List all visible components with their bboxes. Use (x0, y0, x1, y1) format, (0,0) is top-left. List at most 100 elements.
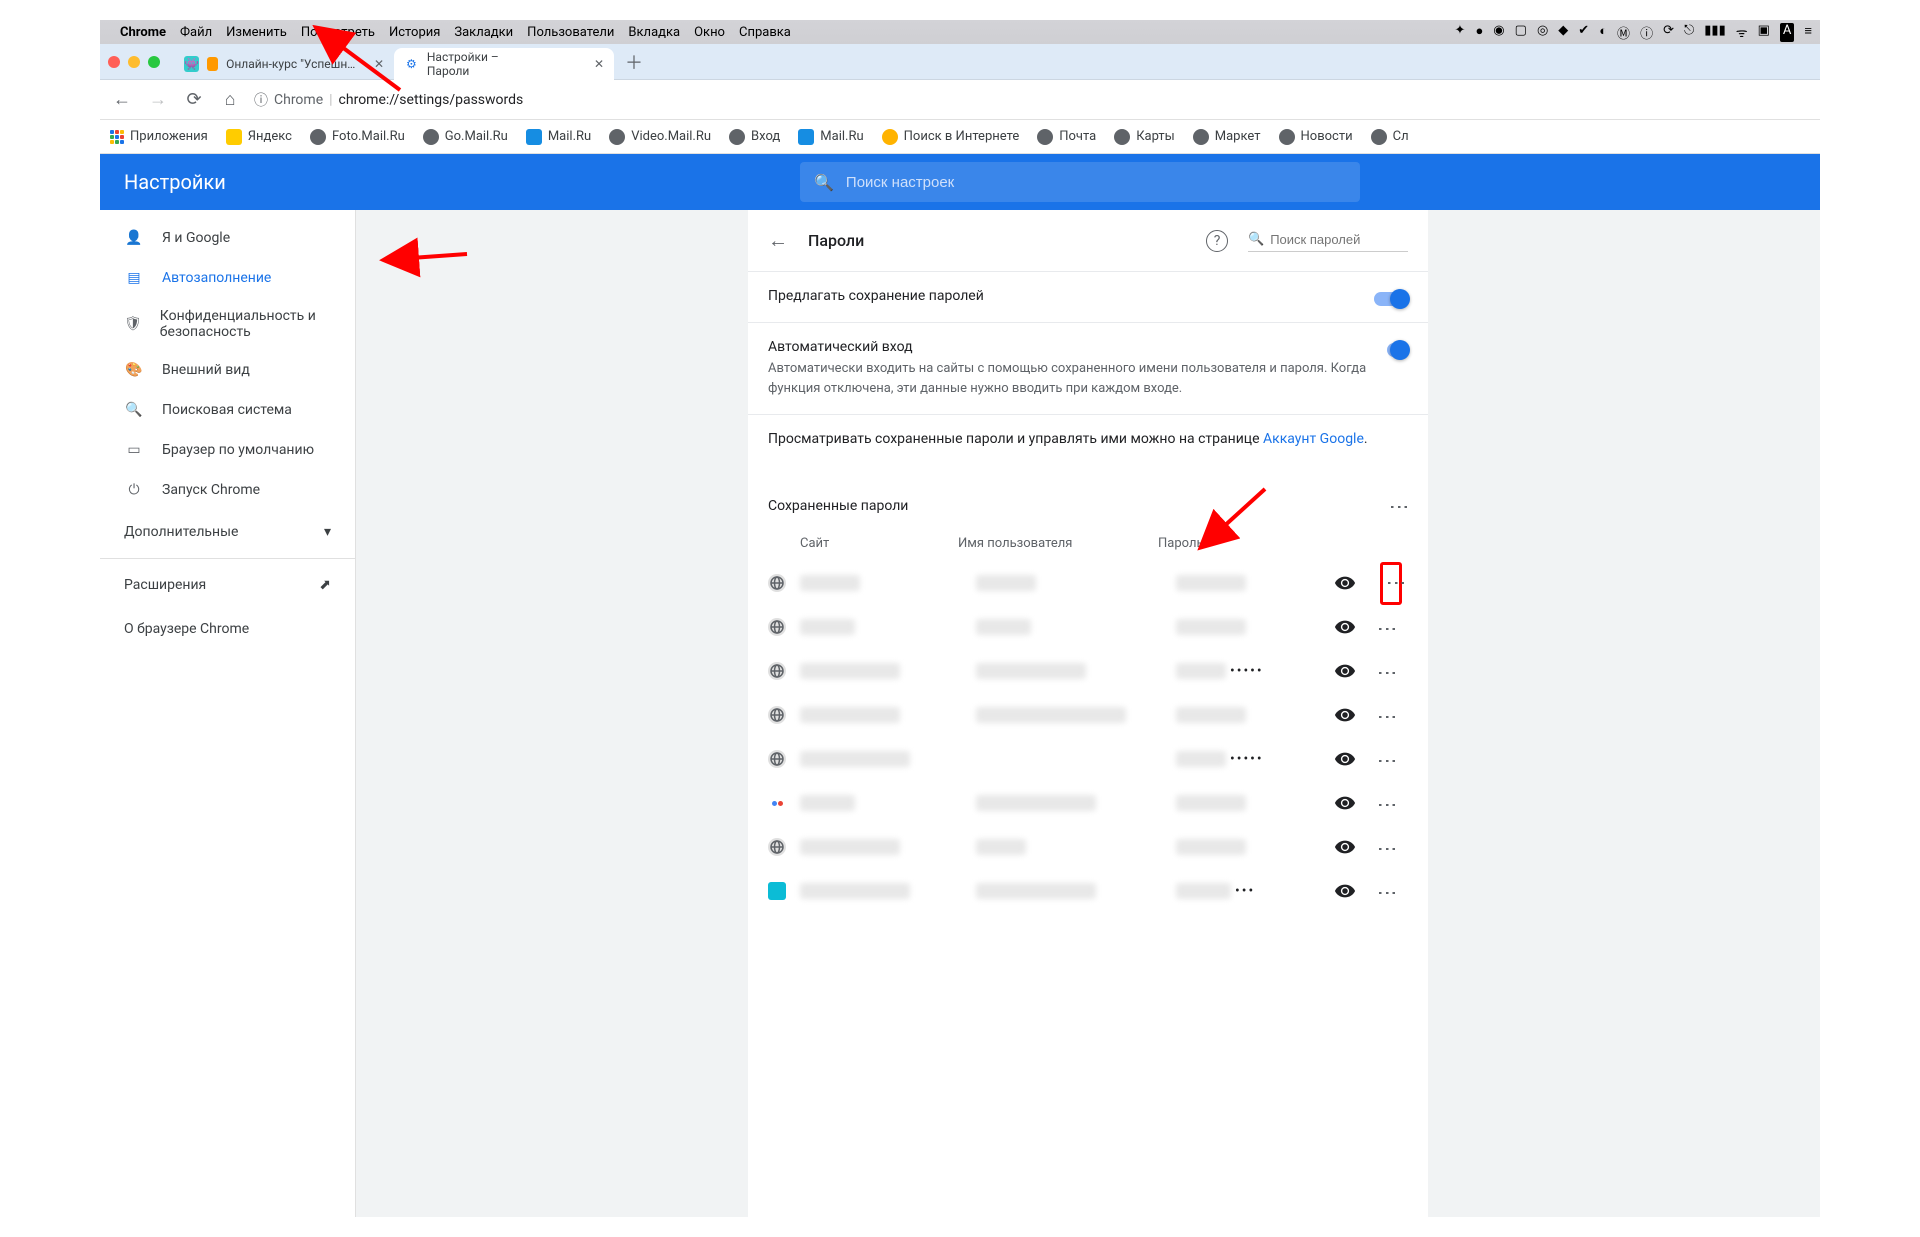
maximize-window-icon[interactable] (148, 56, 160, 68)
back-button[interactable]: ← (110, 89, 134, 110)
password-row[interactable]: ••••• ⋮ (748, 649, 1428, 693)
show-password-icon[interactable] (1334, 880, 1356, 902)
row-menu-button[interactable]: ⋮ (1380, 659, 1402, 684)
password-row[interactable]: ⋮ (748, 693, 1428, 737)
bookmark-item[interactable]: Foto.Mail.Ru (310, 129, 405, 145)
bookmark-item[interactable]: Video.Mail.Ru (609, 129, 711, 145)
offer-save-toggle[interactable] (1374, 292, 1408, 306)
home-button[interactable]: ⌂ (218, 89, 242, 110)
password-row[interactable]: ••• ⋮ (748, 869, 1428, 913)
new-tab-button[interactable]: ＋ (620, 48, 648, 76)
row-menu-button[interactable]: ⋮ (1380, 835, 1402, 860)
back-button[interactable]: ← (768, 228, 788, 253)
tray-icon[interactable]: ◆ (1558, 23, 1568, 42)
tray-lang-icon[interactable]: А (1780, 23, 1794, 42)
tray-wifi-icon[interactable]: ᯤ (1736, 23, 1748, 42)
sidebar-item-startup[interactable]: ⏻ Запуск Chrome (100, 470, 355, 510)
row-menu-button[interactable]: ⋮ (1380, 879, 1402, 904)
password-row[interactable]: ⋮ (748, 825, 1428, 869)
show-password-icon[interactable] (1334, 836, 1356, 858)
menu-users[interactable]: Пользователи (527, 25, 614, 40)
password-row[interactable]: ⋮ (748, 561, 1428, 605)
settings-search-input[interactable] (846, 174, 1346, 191)
tray-icon[interactable]: ▢ (1515, 23, 1527, 42)
bookmark-item[interactable]: Go.Mail.Ru (423, 129, 508, 145)
tab-settings[interactable]: ⚙ Настройки – Пароли ✕ (394, 48, 614, 80)
tray-icon[interactable]: ◐ (1599, 23, 1607, 42)
globe-icon (1193, 129, 1209, 145)
bookmark-item[interactable]: Сл (1371, 129, 1409, 145)
sidebar-item-search-engine[interactable]: 🔍 Поисковая система (100, 390, 355, 430)
show-password-icon[interactable] (1334, 660, 1356, 682)
bookmark-item[interactable]: Яндекс (226, 129, 292, 145)
minimize-window-icon[interactable] (128, 56, 140, 68)
show-password-icon[interactable] (1334, 572, 1356, 594)
auto-signin-toggle[interactable] (1387, 343, 1408, 357)
sidebar-advanced[interactable]: Дополнительные ▾ (100, 510, 355, 554)
apps-shortcut[interactable]: Приложения (110, 129, 208, 144)
tray-icon[interactable]: ◉ (1493, 23, 1504, 42)
reload-button[interactable]: ⟳ (182, 89, 206, 110)
tray-icon[interactable]: ● (1475, 23, 1483, 42)
menu-tab[interactable]: Вкладка (628, 25, 680, 40)
tray-icon[interactable]: ≡ (1804, 23, 1812, 42)
sidebar-item-autofill[interactable]: ▤ Автозаполнение (100, 258, 355, 298)
show-password-icon[interactable] (1334, 704, 1356, 726)
row-menu-button[interactable]: ⋮ (1380, 615, 1402, 640)
tray-icon[interactable]: ⎋ (1684, 23, 1694, 42)
show-password-icon[interactable] (1334, 616, 1356, 638)
password-row[interactable]: ⋮ (748, 781, 1428, 825)
site-info-icon[interactable]: ⓘ (254, 90, 268, 110)
menu-help[interactable]: Справка (739, 25, 791, 40)
forward-button[interactable]: → (146, 89, 170, 110)
row-menu-button[interactable]: ⋮ (1380, 791, 1402, 816)
password-row[interactable]: ••••• ⋮ (748, 737, 1428, 781)
bookmark-item[interactable]: Маркет (1193, 129, 1261, 145)
password-search[interactable]: 🔍 (1248, 230, 1408, 252)
tray-icon[interactable]: ▣ (1758, 23, 1770, 42)
show-password-icon[interactable] (1334, 748, 1356, 770)
tray-icon[interactable]: ✔ (1578, 23, 1589, 42)
close-window-icon[interactable] (108, 56, 120, 68)
menu-history[interactable]: История (389, 25, 440, 40)
sidebar-item-privacy[interactable]: 🛡 Конфиденциальность и безопасность (100, 298, 355, 350)
tray-icon[interactable]: ◎ (1537, 23, 1548, 42)
row-menu-button[interactable]: ⋮ (1380, 703, 1402, 728)
menu-bookmarks[interactable]: Закладки (454, 25, 513, 40)
google-account-link[interactable]: Аккаунт Google (1263, 431, 1364, 447)
omnibox[interactable]: ⓘ Chrome | chrome://settings/passwords (254, 90, 523, 110)
close-tab-icon[interactable]: ✕ (374, 57, 384, 71)
app-name[interactable]: Chrome (120, 25, 166, 40)
menu-view[interactable]: Посмотреть (301, 25, 375, 40)
menu-file[interactable]: Файл (180, 25, 212, 40)
menu-window[interactable]: Окно (694, 25, 725, 40)
tray-icon[interactable]: Ⓜ (1617, 23, 1630, 42)
settings-search[interactable]: 🔍 (800, 162, 1360, 202)
bookmark-item[interactable]: Mail.Ru (798, 129, 863, 145)
bookmark-item[interactable]: Поиск в Интернете (882, 129, 1020, 145)
bookmark-item[interactable]: Вход (729, 129, 780, 145)
tray-icon[interactable]: ✦ (1455, 23, 1466, 42)
bookmark-item[interactable]: Карты (1114, 129, 1175, 145)
password-row[interactable]: ⋮ (748, 605, 1428, 649)
row-menu-button[interactable]: ⋮ (1380, 562, 1402, 605)
password-search-input[interactable] (1270, 232, 1408, 247)
show-password-icon[interactable] (1334, 792, 1356, 814)
sidebar-item-you-and-google[interactable]: 👤 Я и Google (100, 218, 355, 258)
saved-passwords-menu[interactable]: ⋮ (1392, 493, 1408, 518)
sidebar-extensions[interactable]: Расширения ⬈ (100, 563, 355, 607)
tray-icon[interactable]: ⟳ (1663, 23, 1674, 42)
bookmark-item[interactable]: Новости (1279, 129, 1353, 145)
menu-edit[interactable]: Изменить (226, 25, 287, 40)
close-tab-icon[interactable]: ✕ (594, 57, 604, 71)
bookmark-item[interactable]: Почта (1037, 129, 1096, 145)
tab-course[interactable]: 👾 Онлайн-курс "Успешный пол... ✕ (174, 48, 394, 80)
bookmark-item[interactable]: Mail.Ru (526, 129, 591, 145)
sidebar-about[interactable]: О браузере Chrome (100, 607, 355, 651)
sidebar-item-default-browser[interactable]: ▭ Браузер по умолчанию (100, 430, 355, 470)
tray-battery-icon[interactable]: ▮▮▮ (1704, 23, 1725, 42)
help-icon[interactable]: ? (1206, 230, 1228, 252)
sidebar-item-appearance[interactable]: 🎨 Внешний вид (100, 350, 355, 390)
row-menu-button[interactable]: ⋮ (1380, 747, 1402, 772)
tray-icon[interactable]: ⓘ (1640, 23, 1653, 42)
